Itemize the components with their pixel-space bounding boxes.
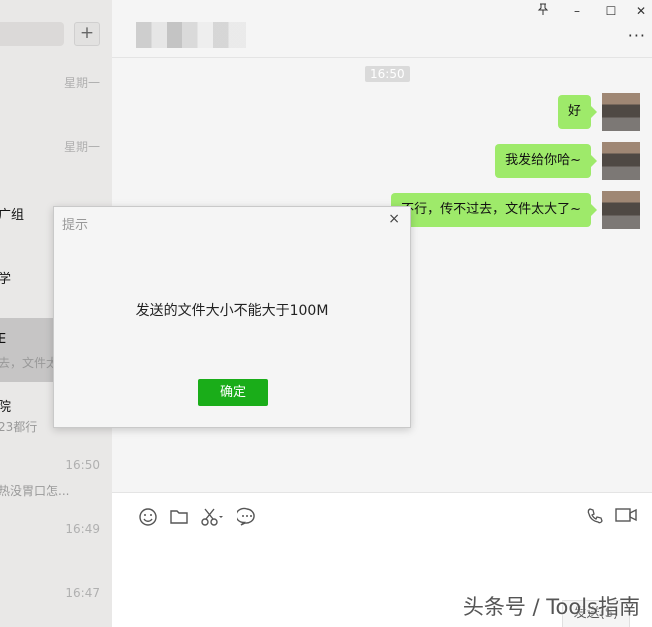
dialog-message: 发送的文件大小不能大于100M xyxy=(135,303,329,319)
chat-time: 星期一 xyxy=(63,140,100,154)
dialog-confirm-button[interactable]: 确定 xyxy=(198,379,268,406)
chat-time: 16:50 xyxy=(65,458,100,472)
more-options-button[interactable]: ··· xyxy=(628,26,646,45)
chat-bubble-icon[interactable] xyxy=(235,507,258,527)
chat-name: 院 xyxy=(0,400,12,415)
chat-name: 学 xyxy=(0,272,12,287)
video-icon[interactable] xyxy=(614,507,638,527)
close-window-button[interactable]: ✕ xyxy=(630,2,652,20)
dialog-title: 提示 xyxy=(62,218,89,233)
chat-list-item[interactable]: 16:47 xyxy=(0,576,112,627)
contact-name-blurred xyxy=(136,22,246,48)
chat-list-item[interactable]: 星期一 xyxy=(0,64,112,128)
chat-time: 16:49 xyxy=(65,522,100,536)
add-chat-button[interactable]: + xyxy=(74,22,100,46)
message-row: 好 xyxy=(112,93,652,133)
folder-icon[interactable] xyxy=(168,507,190,527)
chat-preview: 去，文件太 xyxy=(0,356,59,370)
alert-dialog: 提示 × 发送的文件大小不能大于100M 确定 xyxy=(53,206,411,428)
message-input-area[interactable]: 发送(S) 头条号 / Tools指南 xyxy=(112,492,652,627)
chat-preview: 23都行 xyxy=(0,420,38,434)
emoji-icon[interactable] xyxy=(137,507,159,527)
avatar[interactable] xyxy=(602,93,640,131)
search-input[interactable] xyxy=(0,22,64,46)
dialog-close-icon[interactable]: × xyxy=(388,211,400,227)
minimize-button[interactable]: – xyxy=(566,2,588,20)
chat-name: E xyxy=(0,332,7,347)
chat-header: – ☐ ✕ ··· xyxy=(112,0,652,58)
avatar[interactable] xyxy=(602,191,640,229)
chat-time: 星期一 xyxy=(63,76,100,90)
maximize-button[interactable]: ☐ xyxy=(600,2,622,20)
chat-list-item[interactable]: 16:50 热没胃口怎... xyxy=(0,448,112,512)
pin-icon[interactable] xyxy=(532,2,554,20)
chat-list-item[interactable]: 星期一 xyxy=(0,128,112,192)
chat-time: 16:47 xyxy=(65,586,100,600)
chat-name: 广组 xyxy=(0,208,25,223)
message-row: 我发给你哈~ xyxy=(112,142,652,182)
message-bubble[interactable]: 好 xyxy=(557,95,598,129)
phone-icon[interactable] xyxy=(584,507,606,527)
scissors-icon[interactable] xyxy=(200,507,226,527)
message-bubble[interactable]: 不行，传不过去，文件太大了~ xyxy=(391,193,597,227)
message-bubble[interactable]: 我发给你哈~ xyxy=(495,144,597,178)
avatar[interactable] xyxy=(602,142,640,180)
chat-preview: 热没胃口怎... xyxy=(0,484,70,498)
watermark-text: 头条号 / Tools指南 xyxy=(462,595,640,619)
message-timestamp: 16:50 xyxy=(365,66,410,82)
chat-list-item[interactable]: 16:49 xyxy=(0,512,112,576)
